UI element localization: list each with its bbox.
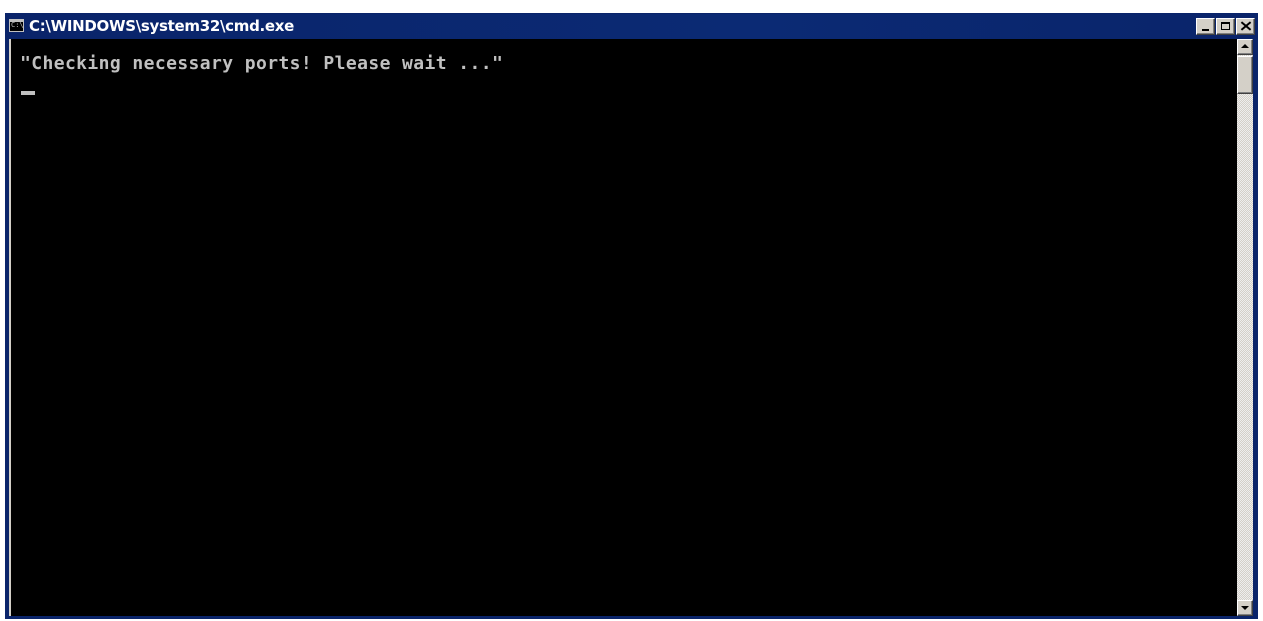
arrow-up-icon [1241, 44, 1249, 48]
window-title: C:\WINDOWS\system32\cmd.exe [29, 17, 295, 35]
vertical-scrollbar[interactable] [1237, 39, 1253, 616]
minimize-button[interactable] [1196, 18, 1215, 35]
scrollbar-thumb[interactable] [1237, 56, 1253, 94]
scroll-down-button[interactable] [1237, 600, 1253, 616]
close-button[interactable] [1236, 18, 1255, 35]
arrow-down-icon [1241, 606, 1249, 610]
maximize-icon [1221, 22, 1230, 30]
cmd-window: C:\ C:\WINDOWS\system32\cmd.exe "Checkin… [5, 13, 1258, 619]
console-output[interactable]: "Checking necessary ports! Please wait .… [19, 39, 1237, 616]
close-icon [1240, 21, 1252, 32]
text-cursor [21, 91, 35, 95]
console-icon[interactable]: C:\ [9, 19, 24, 32]
console-line: "Checking necessary ports! Please wait .… [20, 53, 504, 74]
minimize-icon [1202, 29, 1209, 31]
console-icon-glyph: C:\ [11, 21, 24, 29]
console-left-margin [9, 39, 19, 616]
client-area: "Checking necessary ports! Please wait .… [9, 39, 1253, 616]
title-bar[interactable]: C:\ C:\WINDOWS\system32\cmd.exe [6, 14, 1257, 39]
scroll-up-button[interactable] [1237, 39, 1253, 55]
maximize-button[interactable] [1216, 18, 1235, 35]
